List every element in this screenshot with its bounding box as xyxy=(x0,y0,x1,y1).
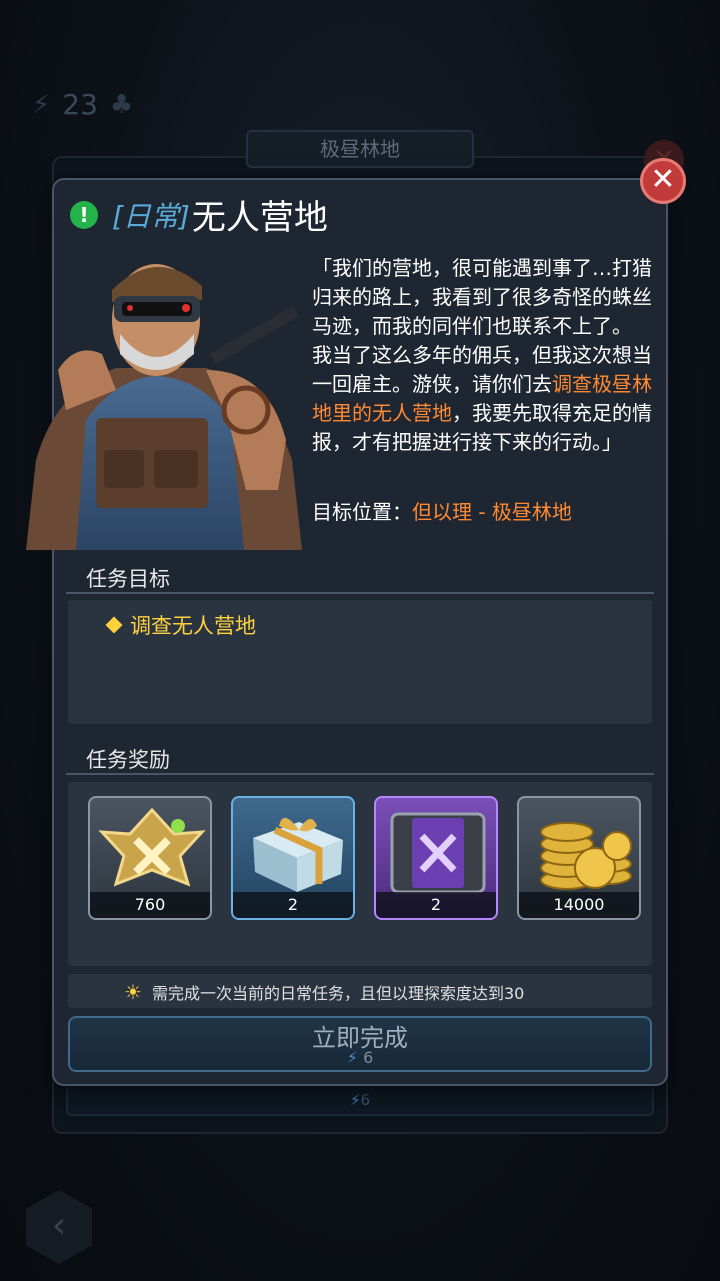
reward-item[interactable]: 14000 xyxy=(517,796,641,920)
quote-paragraph-2: 我当了这么多年的佣兵，但我这次想当一回雇主。游侠，请你们去调查极昼林地里的无人营… xyxy=(312,343,652,454)
objective-label: 调查无人营地 xyxy=(130,614,256,638)
gold-coins-icon xyxy=(540,822,632,890)
hint-text: 需完成一次当前的日常任务，且但以理探索度达到30 xyxy=(151,984,525,1003)
energy-icon: ⚡ xyxy=(346,1048,358,1067)
rewards-title: 任务奖励 xyxy=(86,748,170,772)
gift-box-icon xyxy=(253,817,343,892)
unlock-hint: ☀ 需完成一次当前的日常任务，且但以理探索度达到30 xyxy=(124,980,524,1004)
reward-count: 760 xyxy=(90,892,210,918)
objectives-title: 任务目标 xyxy=(86,567,170,591)
mercenary-portrait xyxy=(26,264,302,550)
hud-value: 23 xyxy=(62,88,98,121)
quote-paragraph-1: 「我们的营地，很可能遇到事了…打猎归来的路上，我看到了很多奇怪的蛛丝马迹，而我的… xyxy=(312,256,652,338)
clover-icon: ♣ xyxy=(109,89,134,120)
quest-title: ! [日常] 无人营地 xyxy=(70,190,328,239)
reward-item[interactable]: 2 xyxy=(374,796,498,920)
close-button[interactable]: ✕ xyxy=(640,158,686,204)
energy-icon: ⚡ xyxy=(32,89,51,120)
reward-count: 14000 xyxy=(519,892,639,918)
rank-emblem-icon xyxy=(98,807,206,887)
diamond-icon xyxy=(105,616,123,634)
objective-item: 调查无人营地 xyxy=(105,610,256,640)
quest-description: 「我们的营地，很可能遇到事了…打猎归来的路上，我看到了很多奇怪的蛛丝马迹，而我的… xyxy=(312,254,662,457)
hud-resource: ⚡ 23 ♣ xyxy=(32,88,133,121)
complete-cost-value: 6 xyxy=(363,1048,374,1067)
target-value: 但以理 - 极昼林地 xyxy=(412,500,572,524)
quest-tag: [日常] xyxy=(112,199,190,233)
target-label: 目标位置： xyxy=(312,500,412,524)
reward-item[interactable]: 2 xyxy=(231,796,355,920)
complete-cost: ⚡ 6 xyxy=(68,1048,652,1067)
region-tab: 极昼林地 xyxy=(246,130,474,168)
lightbulb-icon: ☀ xyxy=(124,980,142,1004)
divider xyxy=(66,592,654,594)
reward-count: 2 xyxy=(233,892,353,918)
divider xyxy=(66,773,654,775)
quest-name: 无人营地 xyxy=(191,198,328,238)
reward-count: 2 xyxy=(376,892,496,918)
reward-item[interactable]: 760 xyxy=(88,796,212,920)
target-location: 目标位置：但以理 - 极昼林地 xyxy=(312,496,572,525)
purple-crate-icon xyxy=(390,812,486,894)
alert-icon: ! xyxy=(70,200,98,229)
background-cost-button: ⚡6 xyxy=(66,1084,654,1116)
